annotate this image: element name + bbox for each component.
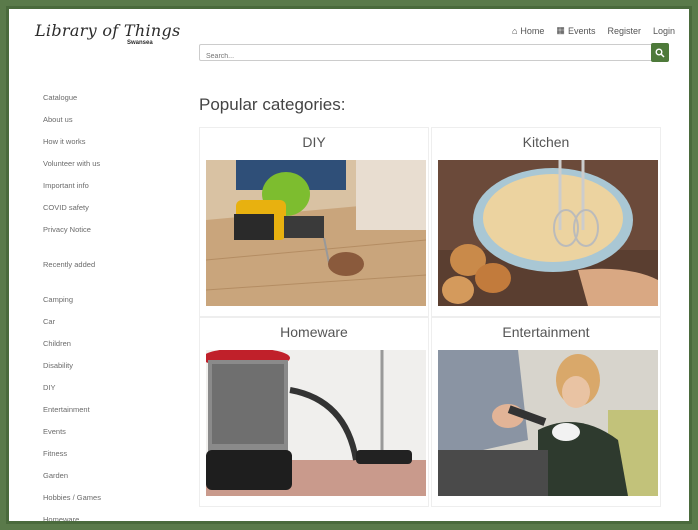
sidebar-category-fitness[interactable]: Fitness: [43, 443, 163, 465]
logo-text: Library of Things: [35, 21, 181, 40]
calendar-icon: ▦: [556, 25, 565, 35]
page-title: Popular categories:: [199, 95, 346, 114]
nav-login[interactable]: Login: [653, 25, 675, 36]
category-title: Homeware: [280, 324, 348, 340]
nav-register[interactable]: Register: [607, 25, 641, 36]
search-bar: [199, 44, 665, 64]
sidebar-category-hobbies[interactable]: Hobbies / Games: [43, 487, 163, 509]
sidebar-item-important-info[interactable]: Important info: [43, 175, 163, 197]
sidebar-category-entertainment[interactable]: Entertainment: [43, 399, 163, 421]
nav-home-label: Home: [520, 25, 545, 36]
nav-home[interactable]: ⌂ Home: [512, 25, 544, 36]
logo-subtitle: Swansea: [127, 40, 153, 46]
sidebar-item-recently-added[interactable]: Recently added: [43, 254, 163, 276]
sidebar-category-disability[interactable]: Disability: [43, 355, 163, 377]
sidebar-item-how-it-works[interactable]: How it works: [43, 131, 163, 153]
category-card-homeware[interactable]: Homeware: [199, 317, 429, 507]
category-card-kitchen[interactable]: Kitchen: [431, 127, 661, 317]
category-title: DIY: [302, 134, 326, 150]
category-card-diy[interactable]: DIY: [199, 127, 429, 317]
entertainment-photo: [438, 350, 658, 496]
sidebar-item-privacy[interactable]: Privacy Notice: [43, 219, 163, 241]
sidebar-item-covid[interactable]: COVID safety: [43, 197, 163, 219]
sidebar-category-homeware[interactable]: Homeware: [43, 509, 163, 521]
sidebar-item-catalogue[interactable]: Catalogue: [43, 87, 163, 109]
sidebar-item-about[interactable]: About us: [43, 109, 163, 131]
search-icon: [655, 48, 665, 58]
category-grid: DIY Kitchen Homeware Entertainment: [199, 127, 661, 521]
sidebar-category-events[interactable]: Events: [43, 421, 163, 443]
sidebar-category-garden[interactable]: Garden: [43, 465, 163, 487]
kitchen-photo: [438, 160, 658, 306]
sidebar: Catalogue About us How it works Voluntee…: [43, 87, 163, 521]
sidebar-category-diy[interactable]: DIY: [43, 377, 163, 399]
diy-photo: [206, 160, 426, 306]
category-card-entertainment[interactable]: Entertainment: [431, 317, 661, 507]
page: Library of Things Swansea ⌂ Home ▦ Event…: [9, 9, 689, 521]
nav-events[interactable]: ▦ Events: [556, 25, 595, 36]
top-nav: ⌂ Home ▦ Events Register Login: [512, 25, 675, 36]
sidebar-category-car[interactable]: Car: [43, 311, 163, 333]
search-input[interactable]: [200, 49, 640, 64]
sidebar-category-camping[interactable]: Camping: [43, 289, 163, 311]
category-title: Kitchen: [522, 134, 570, 150]
category-title: Entertainment: [502, 324, 590, 340]
screenshot-frame: Library of Things Swansea ⌂ Home ▦ Event…: [6, 6, 692, 524]
homeware-photo: [206, 350, 426, 496]
sidebar-item-volunteer[interactable]: Volunteer with us: [43, 153, 163, 175]
search-button[interactable]: [651, 43, 669, 62]
nav-events-label: Events: [567, 25, 596, 36]
site-logo[interactable]: Library of Things Swansea: [35, 21, 185, 55]
sidebar-category-children[interactable]: Children: [43, 333, 163, 355]
home-icon: ⌂: [511, 25, 518, 36]
